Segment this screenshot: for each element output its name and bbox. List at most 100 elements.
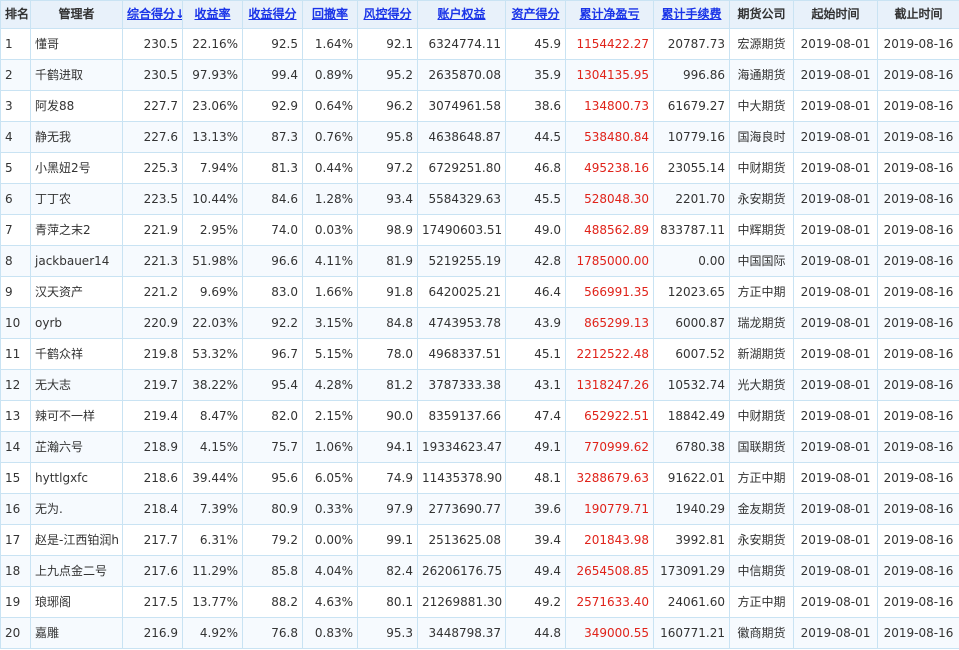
col-start-date-header: 起始时间	[793, 0, 878, 29]
equity-cell: 3787333.38	[417, 369, 506, 401]
broker-cell: 中财期货	[729, 400, 794, 432]
end-date-cell: 2019-08-16	[877, 121, 959, 153]
broker-cell: 中大期货	[729, 90, 794, 122]
return-rate-cell: 39.44%	[182, 462, 243, 494]
return-score-cell: 92.9	[242, 90, 303, 122]
risk-score-cell: 95.2	[357, 59, 418, 91]
end-date-cell: 2019-08-16	[877, 152, 959, 184]
broker-cell: 永安期货	[729, 183, 794, 215]
drawdown-cell: 2.15%	[302, 400, 358, 432]
equity-cell: 6324774.11	[417, 28, 506, 60]
asset-score-cell: 49.0	[505, 214, 566, 246]
end-date-cell: 2019-08-16	[877, 338, 959, 370]
total-score-cell: 216.9	[122, 617, 183, 649]
risk-score-cell: 78.0	[357, 338, 418, 370]
end-date-cell: 2019-08-16	[877, 400, 959, 432]
broker-cell: 中国国际	[729, 245, 794, 277]
risk-score-cell: 80.1	[357, 586, 418, 618]
drawdown-cell: 1.64%	[302, 28, 358, 60]
fees-cell: 833787.11	[653, 214, 730, 246]
col-end-date-header: 截止时间	[877, 0, 959, 29]
net-pnl-cell: 652922.51	[565, 400, 654, 432]
total-score-cell: 227.7	[122, 90, 183, 122]
col-return-rate-header[interactable]: 收益率	[182, 0, 243, 29]
col-return-score-header[interactable]: 收益得分	[242, 0, 303, 29]
col-asset-score-header[interactable]: 资产得分	[505, 0, 566, 29]
rank-cell: 5	[0, 152, 31, 184]
table-row: 2 千鹤进取 230.5 97.93% 99.4 0.89% 95.2 2635870.08 3…	[0, 59, 959, 91]
rank-cell: 18	[0, 555, 31, 587]
end-date-cell: 2019-08-16	[877, 524, 959, 556]
start-date-cell: 2019-08-01	[793, 369, 878, 401]
net-pnl-cell: 2212522.48	[565, 338, 654, 370]
equity-cell: 2635870.08	[417, 59, 506, 91]
rank-cell: 6	[0, 183, 31, 215]
manager-cell: 赵是-江西铂润h	[30, 524, 123, 556]
return-rate-cell: 13.77%	[182, 586, 243, 618]
risk-score-cell: 92.1	[357, 28, 418, 60]
col-total-score-header[interactable]: 综合得分↓	[122, 0, 183, 29]
manager-cell: 无为.	[30, 493, 123, 525]
asset-score-cell: 46.8	[505, 152, 566, 184]
end-date-cell: 2019-08-16	[877, 214, 959, 246]
fees-cell: 20787.73	[653, 28, 730, 60]
fees-cell: 10779.16	[653, 121, 730, 153]
total-score-cell: 221.2	[122, 276, 183, 308]
risk-score-cell: 94.1	[357, 431, 418, 463]
rank-cell: 2	[0, 59, 31, 91]
return-score-cell: 80.9	[242, 493, 303, 525]
manager-cell: 千鹤进取	[30, 59, 123, 91]
return-score-cell: 79.2	[242, 524, 303, 556]
return-rate-cell: 53.32%	[182, 338, 243, 370]
manager-cell: 丁丁农	[30, 183, 123, 215]
col-broker-header: 期货公司	[729, 0, 794, 29]
total-score-cell: 217.5	[122, 586, 183, 618]
end-date-cell: 2019-08-16	[877, 307, 959, 339]
col-fees-header[interactable]: 累计手续费	[653, 0, 730, 29]
table-row: 13 辣可不一样 219.4 8.47% 82.0 2.15% 90.0 8359137.66…	[0, 400, 959, 432]
equity-cell: 3074961.58	[417, 90, 506, 122]
end-date-cell: 2019-08-16	[877, 183, 959, 215]
end-date-cell: 2019-08-16	[877, 90, 959, 122]
broker-cell: 中财期货	[729, 152, 794, 184]
table-row: 15 hyttlgxfc 218.6 39.44% 95.6 6.05% 74.9 11435…	[0, 462, 959, 494]
drawdown-cell: 0.03%	[302, 214, 358, 246]
broker-cell: 中信期货	[729, 555, 794, 587]
col-equity-header[interactable]: 账户权益	[417, 0, 506, 29]
return-score-cell: 81.3	[242, 152, 303, 184]
equity-cell: 3448798.37	[417, 617, 506, 649]
equity-cell: 19334623.47	[417, 431, 506, 463]
fees-cell: 23055.14	[653, 152, 730, 184]
return-rate-cell: 11.29%	[182, 555, 243, 587]
table-row: 12 无大志 219.7 38.22% 95.4 4.28% 81.2 3787333.38 4…	[0, 369, 959, 401]
table-row: 20 嘉雕 216.9 4.92% 76.8 0.83% 95.3 3448798.37 44.…	[0, 617, 959, 649]
net-pnl-cell: 566991.35	[565, 276, 654, 308]
manager-cell: jackbauer14	[30, 245, 123, 277]
col-drawdown-header[interactable]: 回撤率	[302, 0, 358, 29]
asset-score-cell: 49.4	[505, 555, 566, 587]
rank-cell: 1	[0, 28, 31, 60]
start-date-cell: 2019-08-01	[793, 121, 878, 153]
return-rate-cell: 13.13%	[182, 121, 243, 153]
col-net-pnl-header[interactable]: 累计净盈亏	[565, 0, 654, 29]
manager-cell: 青萍之末2	[30, 214, 123, 246]
equity-cell: 6729251.80	[417, 152, 506, 184]
equity-cell: 8359137.66	[417, 400, 506, 432]
fees-cell: 3992.81	[653, 524, 730, 556]
rank-cell: 17	[0, 524, 31, 556]
return-score-cell: 76.8	[242, 617, 303, 649]
total-score-cell: 221.9	[122, 214, 183, 246]
manager-cell: 静无我	[30, 121, 123, 153]
drawdown-cell: 4.11%	[302, 245, 358, 277]
start-date-cell: 2019-08-01	[793, 617, 878, 649]
return-score-cell: 88.2	[242, 586, 303, 618]
net-pnl-cell: 134800.73	[565, 90, 654, 122]
start-date-cell: 2019-08-01	[793, 276, 878, 308]
net-pnl-cell: 2571633.40	[565, 586, 654, 618]
rank-cell: 8	[0, 245, 31, 277]
net-pnl-cell: 1318247.26	[565, 369, 654, 401]
manager-cell: hyttlgxfc	[30, 462, 123, 494]
risk-score-cell: 84.8	[357, 307, 418, 339]
col-risk-score-header[interactable]: 风控得分	[357, 0, 418, 29]
fees-cell: 61679.27	[653, 90, 730, 122]
